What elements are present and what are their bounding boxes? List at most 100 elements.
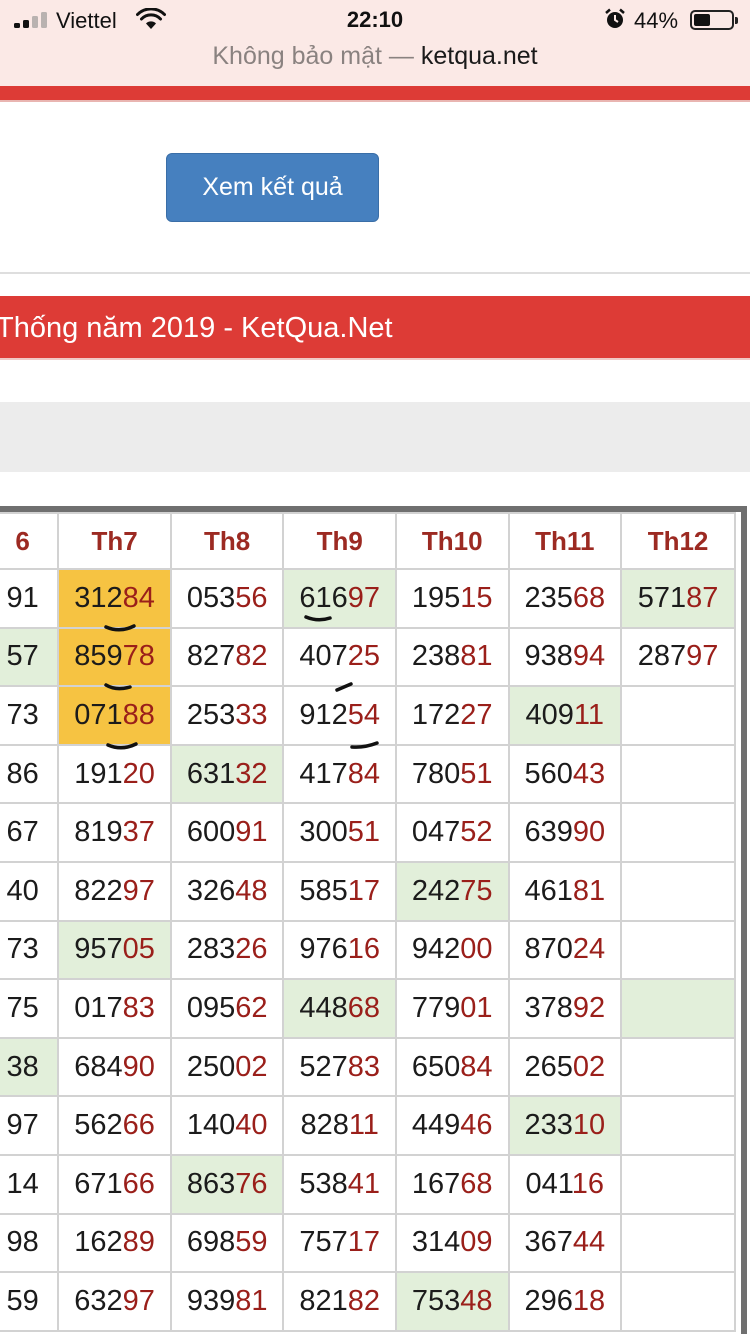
- result-prefix: 86: [6, 757, 39, 790]
- result-cell: 75348: [394, 1271, 510, 1332]
- result-prefix: 195: [411, 581, 461, 614]
- result-cell: 87024: [507, 919, 623, 981]
- result-cell: 97: [0, 1095, 60, 1156]
- results-table: 6 Th7 Th8 Th9 Th10 Th11 Th12 91 31284 05356 61697…: [0, 512, 736, 1332]
- result-cell: 30051: [282, 802, 397, 863]
- result-cell: 40911: [507, 685, 623, 746]
- result-cell: 23881: [394, 626, 510, 688]
- result-cell: 16289: [57, 1212, 172, 1274]
- result-cell: 69859: [169, 1212, 285, 1274]
- result-prefix: 631: [186, 757, 236, 790]
- result-prefix: 98: [6, 1226, 39, 1259]
- result-cell: 67166: [57, 1153, 172, 1215]
- result-cell: 93981: [169, 1271, 285, 1332]
- result-prefix: 017: [74, 991, 123, 1024]
- result-tail: 17: [347, 1226, 381, 1259]
- result-prefix: 828: [300, 1109, 349, 1142]
- result-prefix: 585: [299, 874, 348, 907]
- result-prefix: 041: [525, 1167, 572, 1200]
- table-row: 98 16289 69859 75717 31409 36744: [0, 1212, 736, 1274]
- result-prefix: 91: [6, 581, 39, 614]
- result-cell: 65084: [394, 1036, 510, 1098]
- result-tail: 33: [235, 698, 268, 731]
- result-cell: 19515: [394, 568, 510, 629]
- result-tail: 32: [235, 757, 268, 790]
- result-prefix: 939: [186, 1284, 236, 1317]
- view-results-button[interactable]: Xem kết quả: [166, 153, 379, 222]
- result-tail: 16: [347, 933, 381, 966]
- result-cell: 73: [0, 919, 60, 981]
- result-cell: 17227: [394, 685, 510, 746]
- result-cell: 56266: [57, 1095, 172, 1156]
- result-cell: 38: [0, 1036, 60, 1098]
- result-tail: 46: [460, 1109, 493, 1142]
- table-row: 14 67166 86376 53841 16768 04116: [0, 1153, 736, 1215]
- result-cell: [620, 978, 736, 1039]
- table-row: 91 31284 05356 61697 19515 23568 57187: [0, 568, 736, 629]
- result-cell: 05356: [169, 568, 285, 629]
- status-bar: Viettel 22:10 44%: [0, 0, 750, 40]
- result-tail: 26: [235, 933, 268, 966]
- result-prefix: 233: [524, 1109, 573, 1142]
- result-cell: 40: [0, 860, 60, 922]
- result-prefix: 757: [299, 1226, 348, 1259]
- result-prefix: 314: [411, 1226, 461, 1259]
- result-prefix: 863: [186, 1167, 236, 1200]
- result-cell: 44946: [394, 1095, 510, 1156]
- address-bar[interactable]: Không bảo mật — ketqua.net: [0, 42, 750, 71]
- result-prefix: 97: [6, 1109, 39, 1142]
- result-tail: 59: [235, 1226, 268, 1259]
- result-prefix: 779: [411, 991, 461, 1024]
- result-tail: 44: [572, 1226, 606, 1259]
- result-cell: 82182: [282, 1271, 397, 1332]
- result-tail: 18: [572, 1284, 606, 1317]
- result-cell: 59: [0, 1271, 60, 1332]
- result-tail: 97: [122, 874, 155, 907]
- result-tail: 05: [122, 933, 155, 966]
- result-prefix: 296: [524, 1284, 573, 1317]
- result-prefix: 527: [299, 1050, 348, 1083]
- result-prefix: 14: [6, 1167, 39, 1200]
- section-title: Thống năm 2019 - KetQua.Net: [0, 312, 393, 344]
- result-prefix: 242: [411, 874, 461, 907]
- result-cell: 82782: [169, 626, 285, 688]
- result-cell: 16768: [394, 1153, 510, 1215]
- result-tail: 81: [235, 1284, 268, 1317]
- result-cell: 91: [0, 568, 60, 629]
- result-prefix: 753: [411, 1284, 461, 1317]
- result-tail: 92: [572, 991, 606, 1024]
- result-cell: 29618: [507, 1271, 623, 1332]
- result-tail: 02: [572, 1050, 606, 1083]
- result-prefix: 448: [299, 991, 348, 1024]
- result-tail: 48: [460, 1284, 493, 1317]
- result-tail: 27: [460, 698, 493, 731]
- result-cell: 23568: [507, 568, 623, 629]
- result-tail: 68: [572, 581, 606, 614]
- result-cell: 82297: [57, 860, 172, 922]
- result-prefix: 59: [6, 1284, 39, 1317]
- table-row: 40 82297 32648 58517 24275 46181: [0, 860, 736, 922]
- result-cell: [620, 685, 736, 746]
- result-cell: 81937: [57, 802, 172, 863]
- result-cell: 86376: [169, 1153, 285, 1215]
- result-prefix: 562: [74, 1109, 123, 1142]
- result-cell: 58517: [282, 860, 397, 922]
- result-tail: 82: [235, 640, 268, 673]
- result-prefix: 859: [74, 640, 123, 673]
- result-prefix: 73: [6, 933, 39, 966]
- header-strip: [0, 86, 750, 102]
- result-cell: [620, 919, 736, 981]
- result-cell: 98: [0, 1212, 60, 1274]
- result-cell: 04116: [507, 1153, 623, 1215]
- table-header-row: 6 Th7 Th8 Th9 Th10 Th11 Th12: [0, 512, 736, 570]
- result-tail: 66: [122, 1167, 155, 1200]
- result-tail: 83: [347, 1050, 381, 1083]
- result-tail: 10: [572, 1109, 606, 1142]
- result-prefix: 957: [74, 933, 123, 966]
- result-prefix: 819: [74, 816, 123, 849]
- result-tail: 56: [235, 581, 268, 614]
- result-cell: 57187: [620, 568, 736, 629]
- table-row: 73 07188 25333 91254 17227 40911: [0, 685, 736, 746]
- result-tail: 78: [122, 640, 155, 673]
- results-table-container[interactable]: 6 Th7 Th8 Th9 Th10 Th11 Th12 91 31284 05356 61697…: [0, 506, 750, 1334]
